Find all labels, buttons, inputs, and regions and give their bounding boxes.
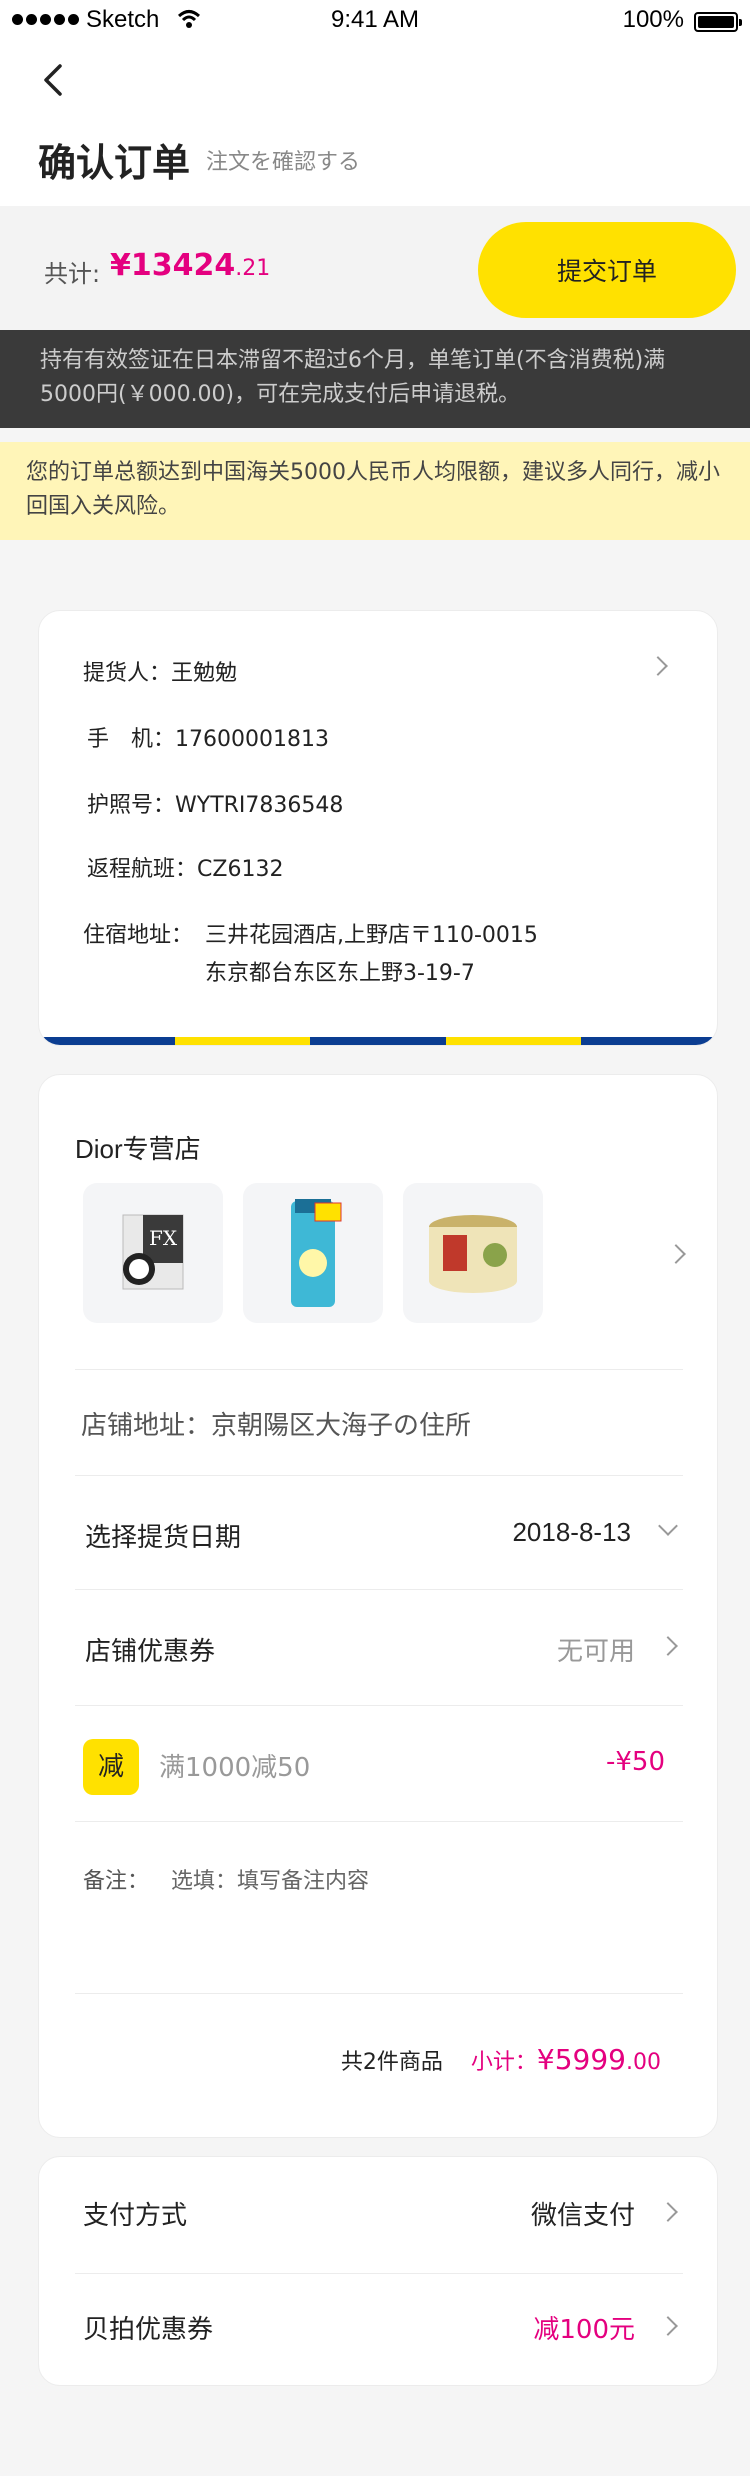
- flight-value: CZ6132: [197, 857, 284, 882]
- flight-label: 返程航班：: [87, 857, 198, 882]
- payment-card: 支付方式 微信支付 贝拍优惠券 减100元: [38, 2156, 718, 2386]
- battery-icon: [694, 12, 742, 32]
- phone-label: 手 机：: [87, 727, 176, 752]
- divider: [75, 1705, 683, 1706]
- eye-drops-box-icon: FX: [122, 1214, 184, 1290]
- divider: [75, 1475, 683, 1476]
- payment-method-label: 支付方式: [83, 2201, 188, 2231]
- product-thumbnail[interactable]: [403, 1183, 543, 1323]
- chevron-right-icon[interactable]: [658, 1636, 678, 1656]
- platform-coupon-label: 贝拍优惠券: [83, 2315, 214, 2345]
- chevron-down-icon[interactable]: [658, 1516, 678, 1536]
- divider: [75, 1993, 683, 1994]
- total-amount-decimal: .21: [235, 256, 271, 281]
- chevron-right-icon[interactable]: [658, 2202, 678, 2222]
- chevron-right-icon[interactable]: [648, 656, 668, 676]
- flight-row: 返程航班：CZ6132: [87, 851, 283, 883]
- discount-amount: -¥50: [605, 1747, 665, 1777]
- passport-row: 护照号：WYTRI7836548: [87, 787, 343, 819]
- divider: [75, 2273, 683, 2274]
- note-input[interactable]: 选填：填写备注内容: [171, 1863, 369, 1895]
- page-subtitle: 注文を確認する: [206, 150, 361, 175]
- battery-percent: 100%: [622, 6, 684, 33]
- phone-value: 17600001813: [175, 727, 329, 752]
- chevron-right-icon[interactable]: [658, 2316, 678, 2336]
- subtotal: 小计：¥5999.00: [471, 2043, 661, 2076]
- total-amount: ¥13424.21: [110, 248, 270, 283]
- page-title: 确认订单: [38, 141, 191, 185]
- passport-value: WYTRI7836548: [175, 793, 344, 818]
- svg-text:FX: FX: [149, 1226, 178, 1250]
- divider: [75, 1589, 683, 1590]
- status-bar: Sketch 9:41 AM 100%: [0, 0, 750, 40]
- product-thumbnail[interactable]: FX: [83, 1183, 223, 1323]
- address-line1: 三井花园酒店,上野店〒110-0015: [205, 923, 538, 948]
- subtotal-integer: ¥5999: [536, 2043, 626, 2076]
- customs-limit-notice: 您的订单总额达到中国海关5000人民币人均限额，建议多人同行，减小回国入关风险。: [0, 442, 750, 540]
- divider: [75, 1821, 683, 1822]
- payment-method-value[interactable]: 微信支付: [531, 2195, 635, 2232]
- chevron-right-icon[interactable]: [666, 1244, 686, 1264]
- discount-text: 满1000减50: [159, 1753, 311, 1783]
- total-bar: 共计: ¥13424.21 提交订单: [0, 206, 750, 330]
- submit-order-button[interactable]: 提交订单: [478, 222, 736, 318]
- store-order-card: Dior专营店 FX 店铺地址：京朝陽区大海子の住所 选择提货日期 2018-8…: [38, 1074, 718, 2138]
- sunscreen-tube-icon: [291, 1199, 342, 1307]
- page-header: 确认订单 注文を確認する: [0, 40, 750, 206]
- address-label: 住宿地址：: [83, 923, 194, 948]
- store-coupon-value[interactable]: 无可用: [557, 1631, 635, 1668]
- total-amount-integer: 13424: [130, 248, 236, 283]
- picker-value: 王勉勉: [171, 661, 238, 686]
- subtotal-row: 共2件商品 小计：¥5999.00: [341, 2043, 661, 2076]
- discount-badge: 减: [83, 1739, 139, 1795]
- pickup-date-label: 选择提货日期: [85, 1523, 242, 1553]
- total-currency: ¥: [110, 248, 131, 283]
- subtotal-decimal: .00: [626, 2050, 661, 2075]
- store-coupon-label: 店铺优惠券: [85, 1637, 216, 1667]
- back-arrow-icon[interactable]: [34, 60, 74, 100]
- store-name: Dior专营店: [75, 1134, 201, 1164]
- product-thumbnail[interactable]: [243, 1183, 383, 1323]
- store-address: 店铺地址：京朝陽区大海子の住所: [81, 1411, 472, 1441]
- cream-jar-icon: [429, 1215, 517, 1293]
- total-label: 共计:: [44, 260, 101, 288]
- item-count: 共2件商品: [340, 2050, 443, 2075]
- pickup-info-card[interactable]: 提货人：王勉勉 手 机：17600001813 护照号：WYTRI7836548…: [38, 610, 718, 1046]
- phone-row: 手 机：17600001813: [87, 721, 329, 753]
- note-label: 备注：: [83, 1869, 150, 1894]
- pickup-date-value[interactable]: 2018-8-13: [512, 1517, 631, 1548]
- passport-label: 护照号：: [87, 793, 176, 818]
- platform-coupon-value[interactable]: 减100元: [533, 2309, 635, 2346]
- picker-label: 提货人：: [83, 661, 172, 686]
- divider: [75, 1369, 683, 1370]
- decorative-stripe: [39, 1037, 717, 1045]
- tax-refund-notice: 持有有效签证在日本滞留不超过6个月，单笔订单(不含消费税)满5000円(￥000…: [0, 330, 750, 428]
- address-line2: 东京都台东区东上野3-19-7: [205, 961, 475, 986]
- picker-row: 提货人：王勉勉: [83, 655, 237, 687]
- subtotal-label: 小计：: [470, 2050, 537, 2075]
